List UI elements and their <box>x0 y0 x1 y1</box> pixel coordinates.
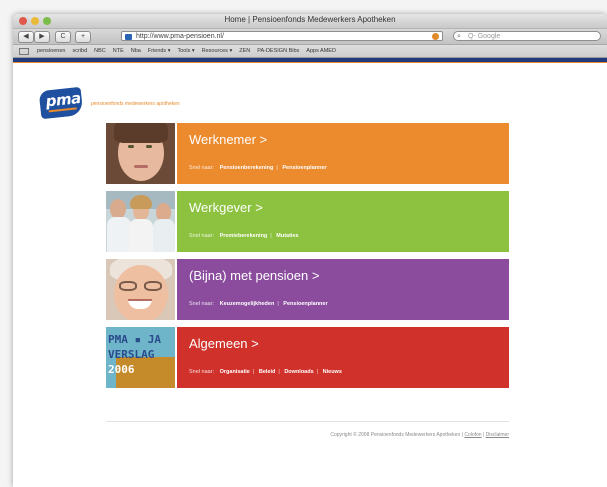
annual-report-line: 2006 <box>108 363 135 376</box>
forward-button[interactable]: ▶ <box>34 31 50 43</box>
quick-link[interactable]: Beleid <box>259 369 276 375</box>
search-placeholder: Q- Google <box>468 33 501 40</box>
disclaimer-link[interactable]: Disclaimer <box>486 432 509 438</box>
footer: Copyright © 2008 Pensioenfonds Medewerke… <box>330 432 509 438</box>
section-werkgever: Werkgever > Snel naar: Premieberekening |… <box>106 191 509 252</box>
quick-link[interactable]: Keuzemogelijkheden <box>220 301 275 307</box>
werknemer-photo <box>106 123 175 184</box>
pensioen-panel[interactable]: (Bijna) met pensioen > Snel naar: Keuzem… <box>177 259 509 320</box>
section-title[interactable]: Algemeen > <box>189 336 259 351</box>
book-icon[interactable] <box>19 47 29 55</box>
copyright-text: Copyright © 2008 Pensioenfonds Medewerke… <box>330 432 463 438</box>
quick-links: Snel naar: Keuzemogelijkheden | Pensioenp… <box>189 301 328 307</box>
bookmark-item[interactable]: Friends ▾ <box>148 48 171 54</box>
reload-button[interactable]: C <box>55 31 71 43</box>
bookmark-item[interactable]: scribd <box>72 48 87 54</box>
colofon-link[interactable]: Colofon <box>464 432 481 438</box>
quick-links: Snel naar: Premieberekening | Mutaties <box>189 233 299 239</box>
search-input[interactable]: ⌕ Q- Google <box>453 31 601 41</box>
quick-link[interactable]: Downloads <box>284 369 313 375</box>
werknemer-panel[interactable]: Werknemer > Snel naar: Pensioenberekenin… <box>177 123 509 184</box>
footer-separator: | <box>482 432 485 438</box>
quick-links-label: Snel naar: <box>189 369 215 375</box>
footer-divider <box>106 421 509 422</box>
title-bar: Home | Pensioenfonds Medewerkers Apothek… <box>13 14 607 29</box>
browser-toolbar: ◀ ▶ C + http://www.pma-pensioen.nl/ ⌕ Q-… <box>13 29 607 45</box>
algemeen-panel[interactable]: Algemeen > Snel naar: Organisatie | Belei… <box>177 327 509 388</box>
section-title[interactable]: (Bijna) met pensioen > <box>189 268 319 283</box>
quick-links-label: Snel naar: <box>189 301 215 307</box>
section-title[interactable]: Werkgever > <box>189 200 263 215</box>
section-algemeen: PMA ▪ JA VERSLAG 2006 Algemeen > Snel na… <box>106 327 509 388</box>
section-pensioen: (Bijna) met pensioen > Snel naar: Keuzem… <box>106 259 509 320</box>
pma-logo[interactable]: pma <box>38 86 84 120</box>
back-button[interactable]: ◀ <box>18 31 34 43</box>
quick-link[interactable]: Pensioenberekening <box>220 165 274 171</box>
bookmark-item[interactable]: Tools ▾ <box>177 48 194 54</box>
bookmarks-bar: pensioenen scribd NBC NTE Nba Friends ▾ … <box>13 45 607 58</box>
quick-links: Snel naar: Pensioenberekening | Pensioenp… <box>189 165 327 171</box>
section-title[interactable]: Werknemer > <box>189 132 267 147</box>
tagline: pensioenfonds medewerkers apotheken <box>91 101 180 107</box>
browser-window: Home | Pensioenfonds Medewerkers Apothek… <box>13 14 607 487</box>
werkgever-panel[interactable]: Werkgever > Snel naar: Premieberekening |… <box>177 191 509 252</box>
quick-links-label: Snel naar: <box>189 233 215 239</box>
url-bar[interactable]: http://www.pma-pensioen.nl/ <box>121 31 443 41</box>
annual-report-image: PMA ▪ JA VERSLAG 2006 <box>106 327 175 388</box>
url-text: http://www.pma-pensioen.nl/ <box>136 33 224 40</box>
rss-icon[interactable] <box>432 33 439 40</box>
bookmark-add-button[interactable]: + <box>75 31 91 43</box>
search-icon: ⌕ <box>457 33 461 40</box>
bookmark-item[interactable]: NTE <box>113 48 124 54</box>
bookmark-item[interactable]: NBC <box>94 48 106 54</box>
bookmark-item[interactable]: ZEN <box>239 48 250 54</box>
quick-link[interactable]: Nieuws <box>323 369 342 375</box>
accent-stripe <box>13 62 607 63</box>
section-werknemer: Werknemer > Snel naar: Pensioenberekenin… <box>106 123 509 184</box>
quick-link[interactable]: Premieberekening <box>220 233 268 239</box>
window-title: Home | Pensioenfonds Medewerkers Apothek… <box>224 15 396 24</box>
bookmark-item[interactable]: PA-DESIGN Bibs <box>257 48 299 54</box>
quick-link[interactable]: Pensioenplanner <box>282 165 326 171</box>
werkgever-photo <box>106 191 175 252</box>
pensioen-photo <box>106 259 175 320</box>
bookmark-item[interactable]: Apps AMED <box>306 48 336 54</box>
bookmark-item[interactable]: Resources ▾ <box>202 48 233 54</box>
favicon-icon <box>125 34 132 40</box>
page-content: pma pensioenfonds medewerkers apotheken … <box>13 75 607 487</box>
bookmark-item[interactable]: pensioenen <box>37 48 65 54</box>
bookmark-item[interactable]: Nba <box>131 48 141 54</box>
annual-report-line: VERSLAG <box>108 348 155 361</box>
quick-links: Snel naar: Organisatie | Beleid | Download… <box>189 369 342 375</box>
quick-links-label: Snel naar: <box>189 165 215 171</box>
quick-link[interactable]: Pensioenplanner <box>283 301 327 307</box>
annual-report-line: PMA ▪ JA <box>108 333 161 346</box>
quick-link[interactable]: Mutaties <box>276 233 298 239</box>
quick-link[interactable]: Organisatie <box>220 369 250 375</box>
